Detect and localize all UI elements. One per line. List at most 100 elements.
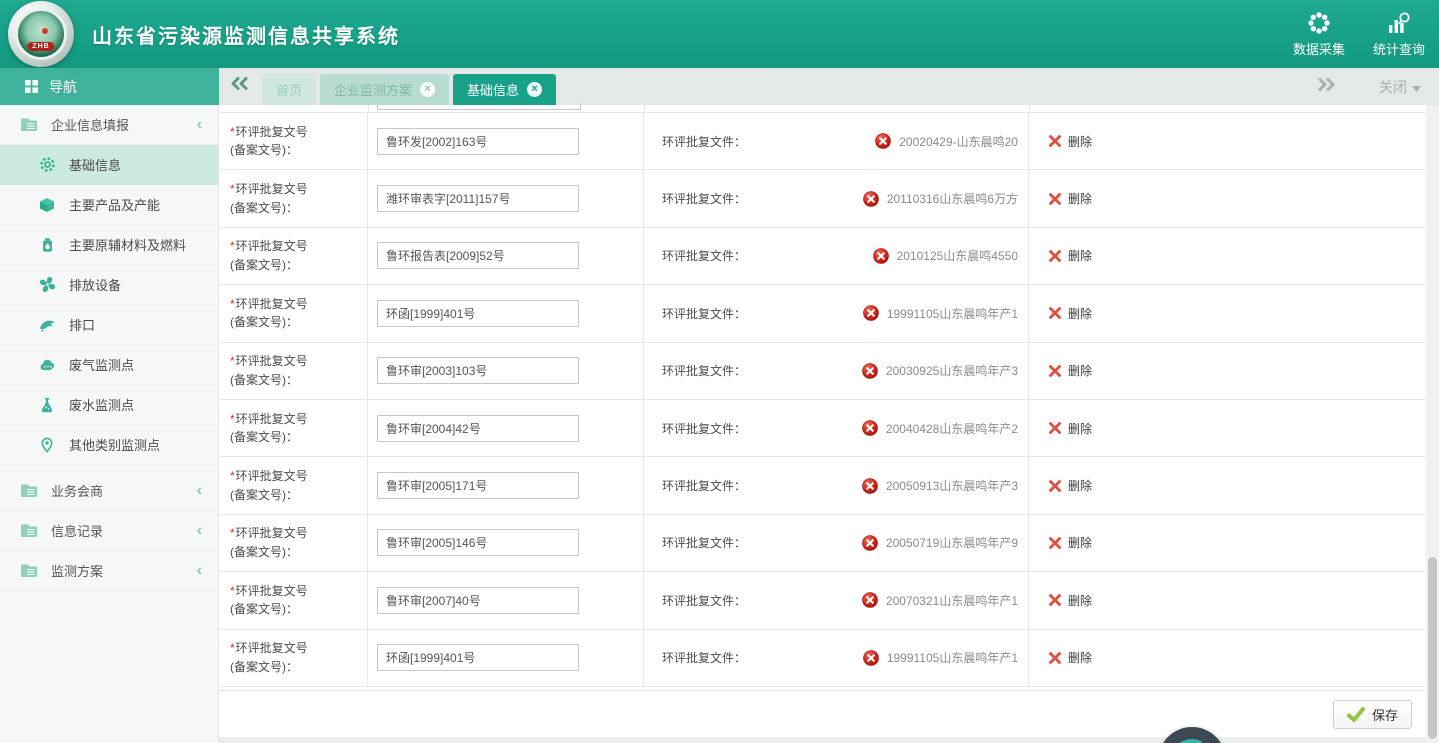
header-actions: 数据采集 统计查询 bbox=[1293, 0, 1425, 68]
file-cell: 19991105山东晨鸣年产1 bbox=[763, 285, 1029, 341]
remove-file-icon[interactable] bbox=[862, 420, 878, 436]
delete-button[interactable]: 删除 bbox=[1048, 190, 1092, 207]
tab-基础信息[interactable]: 基础信息 × bbox=[453, 74, 556, 105]
doc-number-label-cell: *环评批复文号 (备案文号)： bbox=[219, 343, 368, 399]
remove-file-icon[interactable] bbox=[862, 478, 878, 494]
file-cell: 19991105山东晨鸣年产1 bbox=[763, 630, 1029, 686]
sidebar-item-排口[interactable]: 排口 bbox=[0, 305, 218, 345]
file-label-cell: 环评批复文件： bbox=[644, 572, 763, 628]
scroll-tabs-right-button[interactable] bbox=[1317, 77, 1337, 97]
file-name-link[interactable]: 20050719山东晨鸣年产9 bbox=[886, 534, 1018, 551]
file-name-link[interactable]: 20020429-山东晨鸣20 bbox=[899, 133, 1018, 150]
delete-button[interactable]: 删除 bbox=[1048, 305, 1092, 322]
doc-number-input[interactable] bbox=[377, 242, 579, 269]
doc-number-label-cell: *环评批复文号 (备案文号)： bbox=[219, 457, 368, 513]
tab-close-icon[interactable]: × bbox=[527, 82, 542, 97]
tab-close-icon[interactable]: × bbox=[420, 82, 435, 97]
save-button[interactable]: 保存 bbox=[1333, 700, 1412, 729]
delete-button[interactable]: 删除 bbox=[1048, 592, 1092, 609]
doc-number-input[interactable] bbox=[377, 587, 579, 614]
tab-企业监测方案[interactable]: 企业监测方案 × bbox=[320, 74, 449, 105]
file-field-label: 环评批复文件： bbox=[662, 133, 746, 150]
close-tabs-menu[interactable]: 关闭 bbox=[1379, 77, 1421, 97]
doc-number-input[interactable] bbox=[377, 357, 579, 384]
doc-number-cell bbox=[368, 572, 644, 628]
sidebar-group-企业信息填报[interactable]: 企业信息填报 ‹ bbox=[0, 105, 218, 145]
doc-number-input[interactable] bbox=[377, 185, 579, 212]
file-cell: 20050719山东晨鸣年产9 bbox=[763, 515, 1029, 571]
sidebar-item-主要原辅材料及燃料[interactable]: 主要原辅材料及燃料 bbox=[0, 225, 218, 265]
doc-number-input[interactable] bbox=[377, 415, 579, 442]
required-mark: * bbox=[230, 641, 235, 655]
delete-cross-icon bbox=[1048, 306, 1062, 320]
flask-icon bbox=[38, 396, 56, 413]
partial-row bbox=[219, 105, 1426, 113]
sidebar-item-主要产品及产能[interactable]: 主要产品及产能 bbox=[0, 185, 218, 225]
remove-file-icon[interactable] bbox=[875, 133, 891, 149]
file-name-link[interactable]: 19991105山东晨鸣年产1 bbox=[887, 305, 1018, 322]
remove-file-icon[interactable] bbox=[862, 363, 878, 379]
remove-file-icon[interactable] bbox=[862, 535, 878, 551]
doc-number-input[interactable] bbox=[377, 300, 579, 327]
scrollbar[interactable] bbox=[1426, 105, 1439, 743]
delete-button[interactable]: 删除 bbox=[1048, 133, 1092, 150]
sidebar-item-排放设备[interactable]: 排放设备 bbox=[0, 265, 218, 305]
delete-button[interactable]: 删除 bbox=[1048, 534, 1092, 551]
file-name-link[interactable]: 20070321山东晨鸣年产1 bbox=[886, 592, 1018, 609]
doc-number-input[interactable] bbox=[377, 128, 579, 155]
tabs: 首页 企业监测方案 × 基础信息 × bbox=[262, 74, 556, 105]
sidebar-group-监测方案[interactable]: 监测方案 ‹ bbox=[0, 551, 218, 591]
doc-number-label: *环评批复文号 (备案文号)： bbox=[230, 524, 308, 561]
file-cell: 20020429-山东晨鸣20 bbox=[763, 113, 1029, 169]
file-cell: 20110316山东晨鸣6万方 bbox=[763, 170, 1029, 226]
file-label-cell: 环评批复文件： bbox=[644, 228, 763, 284]
file-name-link[interactable]: 20030925山东晨鸣年产3 bbox=[886, 362, 1018, 379]
scroll-tabs-left-button[interactable] bbox=[229, 76, 249, 96]
delete-cell: 删除 bbox=[1029, 630, 1426, 686]
file-name-link[interactable]: 20040428山东晨鸣年产2 bbox=[886, 420, 1018, 437]
doc-number-input[interactable] bbox=[377, 472, 579, 499]
sidebar-item-label: 其他类别监测点 bbox=[69, 435, 160, 454]
required-mark: * bbox=[230, 297, 235, 311]
check-icon bbox=[1347, 706, 1365, 723]
doc-number-input[interactable] bbox=[377, 644, 579, 671]
file-label-cell: 环评批复文件： bbox=[644, 170, 763, 226]
file-name-link[interactable]: 2010125山东晨鸣4550 bbox=[897, 247, 1018, 264]
file-name-link[interactable]: 20050913山东晨鸣年产3 bbox=[886, 477, 1018, 494]
remove-file-icon[interactable] bbox=[863, 305, 879, 321]
outfall-icon bbox=[38, 316, 56, 333]
file-cell: 20030925山东晨鸣年产3 bbox=[763, 343, 1029, 399]
doc-number-cell bbox=[368, 630, 644, 686]
chevron-left-icon: ‹ bbox=[197, 117, 202, 133]
sidebar-item-废气监测点[interactable]: 废气监测点 bbox=[0, 345, 218, 385]
sidebar-item-其他类别监测点[interactable]: 其他类别监测点 bbox=[0, 425, 218, 465]
required-mark: * bbox=[230, 239, 235, 253]
sidebar-item-基础信息[interactable]: 基础信息 bbox=[0, 145, 218, 185]
remove-file-icon[interactable] bbox=[862, 592, 878, 608]
statistics-query-button[interactable]: 统计查询 bbox=[1373, 10, 1425, 58]
doc-number-label-cell: *环评批复文号 (备案文号)： bbox=[219, 285, 368, 341]
file-name-link[interactable]: 20110316山东晨鸣6万方 bbox=[887, 190, 1018, 207]
file-name-link[interactable]: 19991105山东晨鸣年产1 bbox=[887, 649, 1018, 666]
sidebar-item-废水监测点[interactable]: 废水监测点 bbox=[0, 385, 218, 425]
remove-file-icon[interactable] bbox=[863, 650, 879, 666]
required-mark: * bbox=[230, 526, 235, 540]
delete-button[interactable]: 删除 bbox=[1048, 477, 1092, 494]
page-title: 山东省污染源监测信息共享系统 bbox=[92, 0, 400, 68]
scrollbar-thumb[interactable] bbox=[1428, 557, 1437, 739]
delete-button[interactable]: 删除 bbox=[1048, 420, 1092, 437]
delete-button[interactable]: 删除 bbox=[1048, 649, 1092, 666]
remove-file-icon[interactable] bbox=[863, 191, 879, 207]
sidebar-group-业务会商[interactable]: 业务会商 ‹ bbox=[0, 471, 218, 511]
data-collection-button[interactable]: 数据采集 bbox=[1293, 10, 1345, 58]
table-row: *环评批复文号 (备案文号)： 环评批复文件： 19991105山东晨鸣年产1 … bbox=[219, 285, 1426, 342]
delete-cell: 删除 bbox=[1029, 170, 1426, 226]
delete-button[interactable]: 删除 bbox=[1048, 362, 1092, 379]
tab-首页[interactable]: 首页 bbox=[262, 74, 316, 105]
required-mark: * bbox=[230, 412, 235, 426]
delete-button[interactable]: 删除 bbox=[1048, 247, 1092, 264]
doc-number-input[interactable] bbox=[377, 529, 579, 556]
remove-file-icon[interactable] bbox=[873, 248, 889, 264]
sidebar-group-信息记录[interactable]: 信息记录 ‹ bbox=[0, 511, 218, 551]
logo-text: ZHB bbox=[27, 42, 54, 51]
